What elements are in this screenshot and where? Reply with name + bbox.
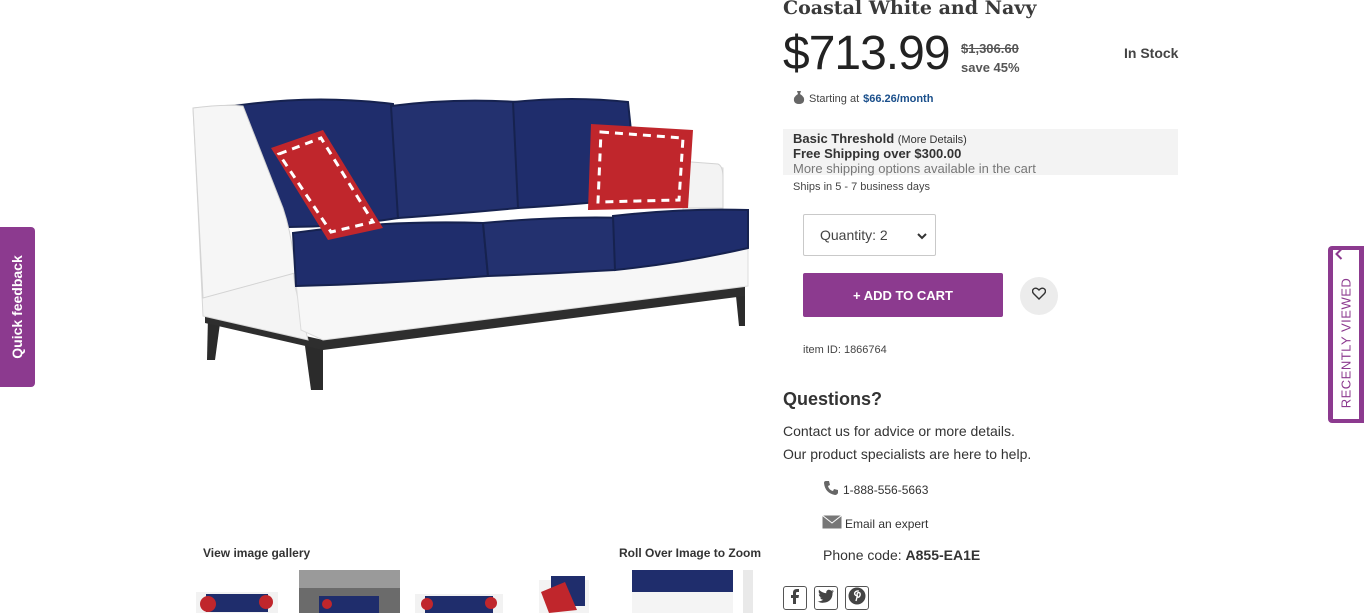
email-expert-label: Email an expert [845,516,929,531]
more-shipping-options-text: More shipping options available in the c… [793,161,1036,176]
recently-viewed-tab[interactable]: RECENTLY VIEWED [1328,246,1364,423]
thumbnail-1[interactable] [188,570,286,613]
twitter-share-button[interactable] [814,586,838,610]
phone-number: 1-888-556-5663 [843,482,929,497]
money-bag-icon [793,90,805,107]
savings-label: save 45% [961,60,1020,75]
chevron-up-icon [1332,247,1347,261]
add-to-cart-button[interactable]: + ADD TO CART [803,273,1003,317]
quantity-value: Quantity: 2 [820,227,888,243]
contact-text-line1: Contact us for advice or more details. [783,423,1015,439]
product-title: Coastal White and Navy [783,0,1037,19]
zoom-hint: Roll Over Image to Zoom [619,546,762,560]
pinterest-share-button[interactable] [845,586,869,610]
thumbnail-5[interactable] [632,570,733,613]
thumbnail-6[interactable] [743,570,753,613]
email-expert-link[interactable]: Email an expert [822,515,928,532]
pinterest-icon [848,587,866,610]
facebook-share-button[interactable] [783,586,807,610]
thumbnail-2[interactable] [299,570,400,613]
original-price: $1,306.60 [961,41,1019,56]
thumbnail-4[interactable] [521,570,607,613]
main-product-image[interactable] [183,58,758,403]
phone-icon [823,480,839,499]
mail-icon [822,515,842,532]
more-details-link[interactable]: (More Details) [898,134,967,146]
item-id: item ID: 1866764 [803,344,887,356]
heart-icon [1031,287,1047,305]
phone-code: Phone code: A855-EA1E [823,547,980,563]
wishlist-button[interactable] [1020,277,1058,315]
product-price: $713.99 [783,27,951,80]
financing-info: Starting at $66.26/month [793,90,933,107]
quick-feedback-tab[interactable]: Quick feedback [0,227,35,387]
twitter-icon [817,589,835,608]
ships-in-text: Ships in 5 - 7 business days [793,181,930,193]
quick-feedback-label: Quick feedback [9,255,25,359]
view-image-gallery-link[interactable]: View image gallery [203,546,310,560]
quantity-select[interactable]: Quantity: 2 [803,214,936,256]
questions-heading: Questions? [783,389,883,409]
recently-viewed-label: RECENTLY VIEWED [1338,277,1354,409]
facebook-icon [789,588,801,609]
shipping-threshold-label: Basic Threshold [793,131,895,146]
phone-code-label: Phone code: [823,547,902,563]
shipping-info-box: Basic Threshold (More Details) Free Ship… [783,129,1178,176]
phone-code-value: A855-EA1E [905,547,981,563]
free-shipping-text: Free Shipping over $300.00 [793,146,962,161]
financing-prefix: Starting at [809,92,860,105]
chevron-down-icon [917,227,927,243]
financing-amount-link[interactable]: $66.26/month [863,93,933,105]
thumbnail-3[interactable] [411,570,507,613]
contact-text-line2: Our product specialists are here to help… [783,446,1032,462]
phone-link[interactable]: 1-888-556-5663 [823,480,928,499]
stock-status: In Stock [1124,45,1179,61]
